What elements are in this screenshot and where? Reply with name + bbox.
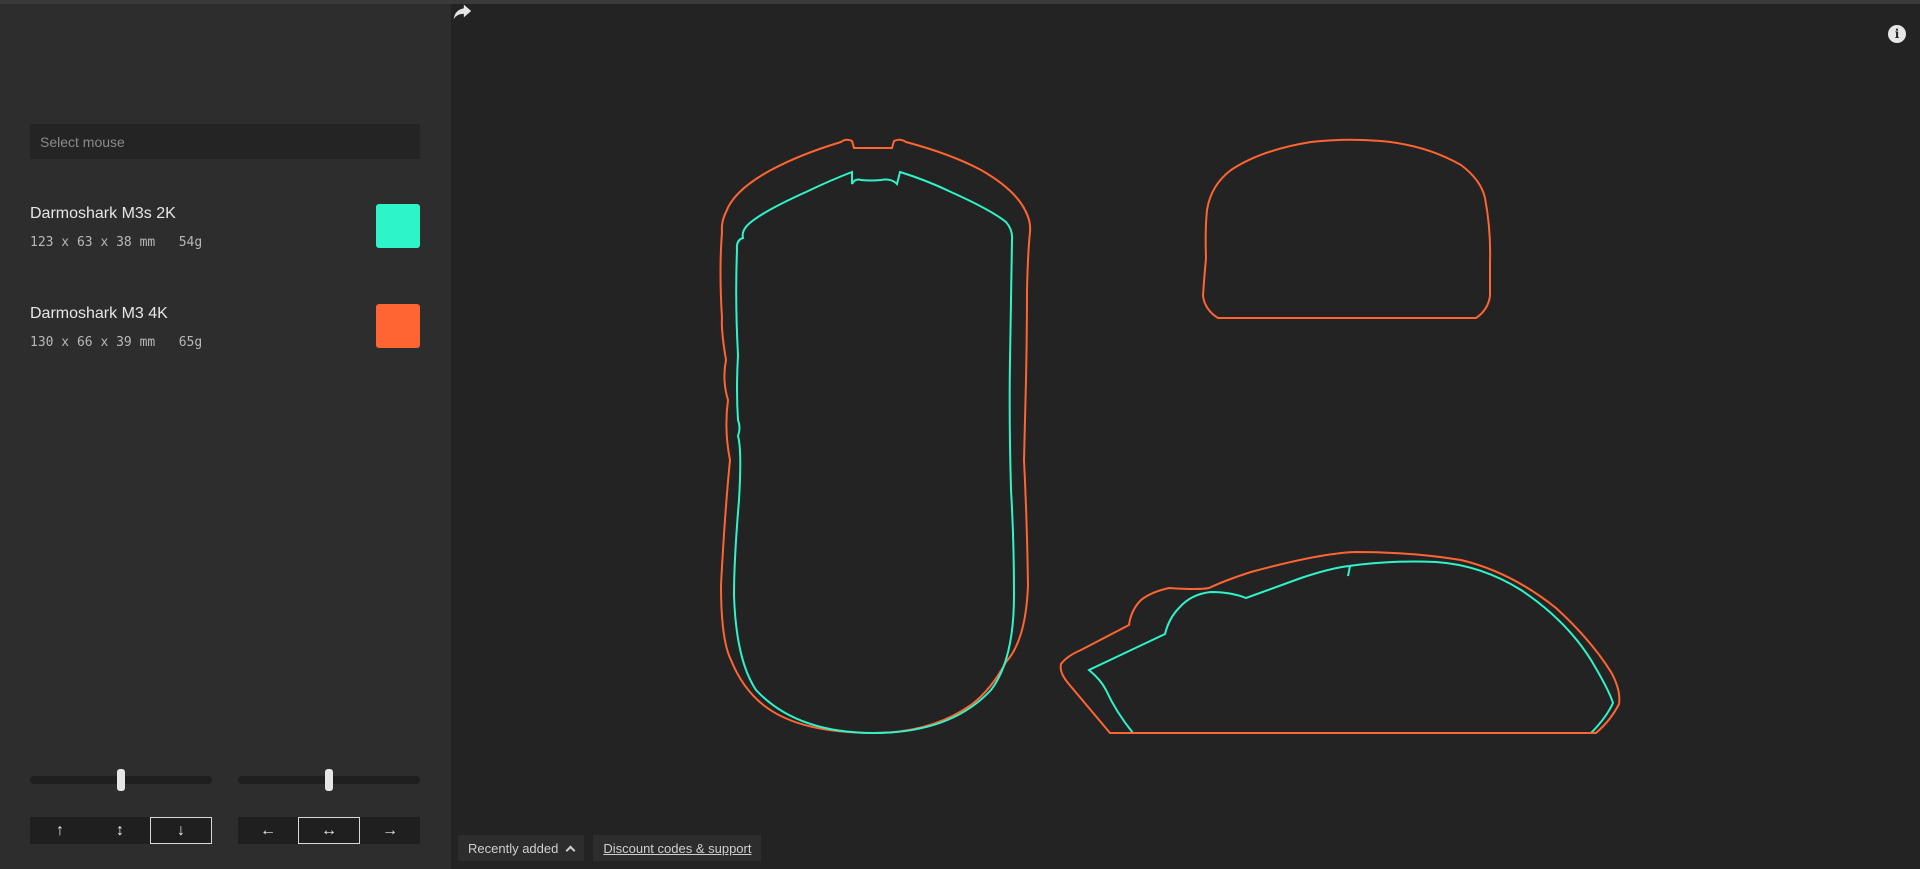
recently-added-label: Recently added	[468, 840, 559, 856]
mouse-dimensions: 123 x 63 x 38 mm	[30, 235, 156, 250]
top-border	[0, 0, 1920, 4]
bottom-bar: Recently added Discount codes & support	[458, 835, 762, 861]
mouse-dimensions: 130 x 66 x 39 mm	[30, 335, 156, 350]
align-left-button[interactable]: ←	[238, 817, 298, 844]
horizontal-offset-slider[interactable]	[238, 769, 420, 791]
vertical-align-buttons: ↑ ↕ ↓	[30, 817, 212, 844]
top-view-outline-m3-4k	[719, 138, 1032, 735]
mouse-list-item[interactable]: Darmoshark M3s 2K 123 x 63 x 38 mm 54g	[30, 204, 420, 251]
side-view-notch	[1347, 565, 1351, 577]
align-center-horizontal-button[interactable]: ↔	[298, 817, 360, 844]
recently-added-button[interactable]: Recently added	[458, 835, 585, 861]
mouse-name: Darmoshark M3s 2K	[30, 205, 176, 222]
horizontal-align-buttons: ← ↔ →	[238, 817, 420, 844]
discount-codes-link[interactable]: Discount codes & support	[593, 835, 762, 861]
mouse-specs: 130 x 66 x 39 mm 65g	[30, 335, 202, 350]
mouse-specs: 123 x 63 x 38 mm 54g	[30, 235, 202, 250]
front-view-outline-m3-4k	[1201, 138, 1492, 319]
comparison-canvas: i	[451, 0, 1920, 869]
info-icon[interactable]: i	[1888, 25, 1906, 43]
discount-codes-label: Discount codes & support	[603, 840, 752, 856]
side-view-outline-m3-4k	[1059, 550, 1621, 734]
align-bottom-button[interactable]: ↓	[150, 817, 212, 844]
mouse-search-input[interactable]	[30, 124, 420, 159]
mouse-weight: 54g	[178, 235, 203, 250]
top-view-outline-m3s-2k	[732, 170, 1016, 735]
side-view-outline-m3s-2k	[1087, 560, 1615, 734]
mouse-name: Darmoshark M3 4K	[30, 305, 168, 322]
slider-thumb[interactable]	[117, 769, 125, 791]
slider-thumb[interactable]	[325, 769, 333, 791]
align-top-button[interactable]: ↑	[30, 817, 90, 844]
align-middle-vertical-button[interactable]: ↕	[90, 817, 150, 844]
mouse-color-swatch[interactable]	[376, 304, 420, 348]
mouse-color-swatch[interactable]	[376, 204, 420, 248]
sidebar: Darmoshark M3s 2K 123 x 63 x 38 mm 54g D…	[0, 0, 451, 869]
vertical-offset-slider[interactable]	[30, 769, 212, 791]
mouse-list-item[interactable]: Darmoshark M3 4K 130 x 66 x 39 mm 65g	[30, 304, 420, 351]
align-right-button[interactable]: →	[360, 817, 420, 844]
mouse-weight: 65g	[178, 335, 203, 350]
mouse-outlines	[719, 138, 1621, 735]
chevron-up-icon	[565, 845, 576, 855]
